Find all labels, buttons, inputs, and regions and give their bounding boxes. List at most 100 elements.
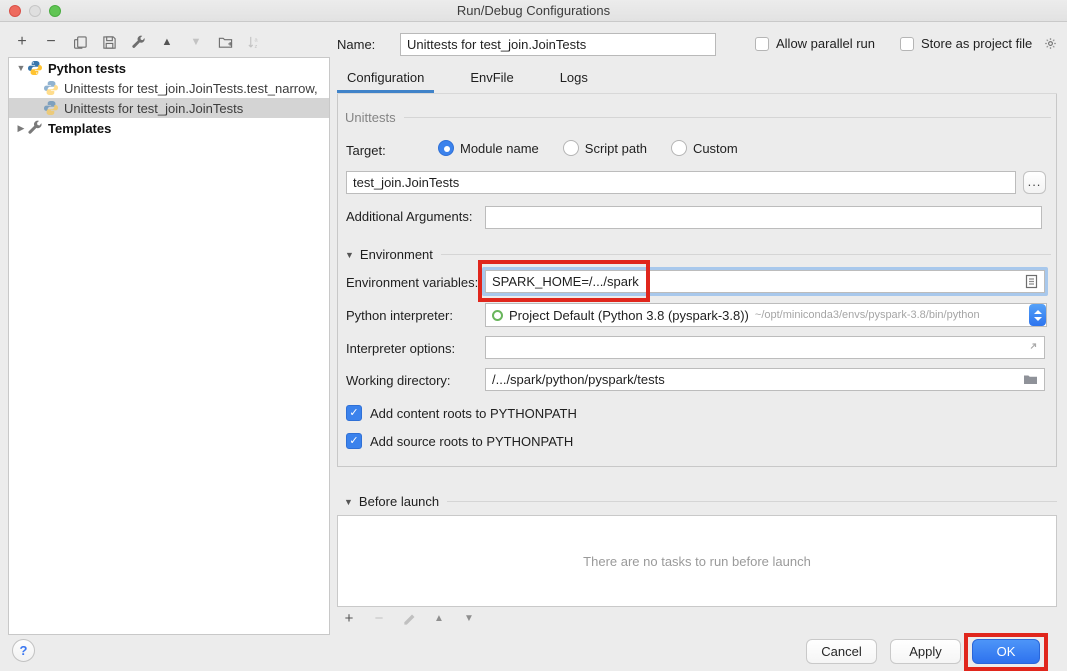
tab-configuration[interactable]: Configuration	[337, 70, 434, 93]
checked-checkbox-icon[interactable]: ✓	[346, 405, 362, 421]
add-content-roots-label: Add content roots to PYTHONPATH	[370, 406, 577, 421]
chevron-up-icon	[1034, 310, 1042, 314]
browse-target-button[interactable]: ...	[1023, 171, 1046, 194]
move-task-down-icon[interactable]: ▼	[461, 611, 477, 627]
python-interpreter-value: Project Default (Python 3.8 (pyspark-3.8…	[509, 308, 749, 323]
divider	[404, 117, 1051, 118]
tab-envfile[interactable]: EnvFile	[460, 70, 523, 93]
help-button[interactable]: ?	[12, 639, 35, 662]
svg-text:z: z	[254, 44, 257, 50]
radio-icon[interactable]	[671, 140, 687, 156]
interpreter-dropdown-button[interactable]	[1029, 304, 1046, 326]
divider	[447, 501, 1057, 502]
tree-item-label: Python tests	[48, 61, 126, 76]
new-folder-icon[interactable]	[217, 34, 233, 50]
working-directory-value: /.../spark/python/pyspark/tests	[492, 372, 665, 387]
chevron-down-icon[interactable]: ▼	[345, 250, 354, 260]
working-directory-label: Working directory:	[346, 373, 451, 388]
environment-section-title: Environment	[360, 247, 433, 262]
add-source-roots-label: Add source roots to PYTHONPATH	[370, 434, 573, 449]
python-test-icon	[43, 100, 59, 116]
add-content-roots-checkbox[interactable]: ✓ Add content roots to PYTHONPATH	[346, 405, 577, 421]
tree-item-label: Templates	[48, 121, 111, 136]
store-as-project-file-checkbox[interactable]: Store as project file	[900, 36, 1058, 51]
add-configuration-icon[interactable]: +	[14, 34, 30, 50]
sort-configurations-icon: az	[246, 34, 262, 50]
ok-button[interactable]: OK	[972, 639, 1040, 664]
radio-label: Custom	[693, 141, 738, 156]
interpreter-options-label: Interpreter options:	[346, 341, 455, 356]
edit-templates-icon[interactable]	[130, 34, 146, 50]
python-interpreter-select[interactable]: Project Default (Python 3.8 (pyspark-3.8…	[485, 303, 1047, 327]
tree-item-unittest-narrow[interactable]: Unittests for test_join.JoinTests.test_n…	[9, 78, 329, 98]
remove-configuration-icon[interactable]: −	[43, 34, 59, 50]
before-launch-toolbar: + − ▲ ▼	[341, 611, 477, 627]
add-source-roots-checkbox[interactable]: ✓ Add source roots to PYTHONPATH	[346, 433, 573, 449]
radio-label: Module name	[460, 141, 539, 156]
checked-checkbox-icon[interactable]: ✓	[346, 433, 362, 449]
move-up-icon[interactable]: ▲	[159, 34, 175, 50]
tree-item-python-tests[interactable]: ▼ Python tests	[9, 58, 329, 78]
apply-button[interactable]: Apply	[890, 639, 961, 664]
environment-variables-label: Environment variables:	[346, 275, 478, 290]
python-test-icon	[43, 80, 59, 96]
tree-item-label: Unittests for test_join.JoinTests.test_n…	[64, 81, 318, 96]
environment-variables-value: SPARK_HOME=/.../spark	[492, 274, 639, 289]
radio-icon[interactable]	[563, 140, 579, 156]
expand-field-icon[interactable]	[1025, 341, 1038, 354]
unittests-group-header: Unittests	[345, 110, 1051, 125]
radio-script-path[interactable]: Script path	[563, 140, 647, 156]
folder-icon[interactable]	[1023, 373, 1038, 386]
gear-icon[interactable]	[1043, 36, 1058, 51]
tree-item-unittest-jointests[interactable]: Unittests for test_join.JoinTests	[9, 98, 329, 118]
tab-logs[interactable]: Logs	[550, 70, 598, 93]
chevron-down-icon[interactable]: ▼	[15, 63, 27, 73]
target-input[interactable]	[346, 171, 1016, 194]
additional-arguments-label: Additional Arguments:	[346, 209, 472, 224]
edit-task-icon	[401, 611, 417, 627]
radio-label: Script path	[585, 141, 647, 156]
chevron-down-icon	[1034, 317, 1042, 321]
tree-item-label: Unittests for test_join.JoinTests	[64, 101, 243, 116]
name-input[interactable]	[400, 33, 716, 56]
copy-configuration-icon[interactable]	[72, 34, 88, 50]
interpreter-options-input[interactable]	[485, 336, 1045, 359]
unittests-group-title: Unittests	[345, 110, 396, 125]
additional-arguments-input[interactable]	[485, 206, 1042, 229]
run-debug-configurations-dialog: Run/Debug Configurations + − ▲ ▼ az ▼ Py…	[0, 0, 1067, 671]
working-directory-input[interactable]: /.../spark/python/pyspark/tests	[485, 368, 1045, 391]
checkbox-icon[interactable]	[900, 37, 914, 51]
allow-parallel-run-checkbox[interactable]: Allow parallel run	[755, 36, 875, 51]
name-label: Name:	[337, 37, 375, 52]
divider	[441, 254, 1051, 255]
cancel-button[interactable]: Cancel	[806, 639, 877, 664]
radio-selected-icon[interactable]	[438, 140, 454, 156]
move-down-icon: ▼	[188, 34, 204, 50]
chevron-down-icon[interactable]: ▼	[344, 497, 353, 507]
before-launch-header[interactable]: ▼ Before launch	[344, 494, 1057, 509]
python-tests-icon	[27, 60, 43, 76]
titlebar: Run/Debug Configurations	[0, 0, 1067, 22]
radio-custom[interactable]: Custom	[671, 140, 738, 156]
target-radio-group: Module name Script path Custom	[438, 140, 752, 156]
before-launch-empty-text: There are no tasks to run before launch	[583, 554, 811, 569]
save-configuration-icon[interactable]	[101, 34, 117, 50]
store-as-project-file-label: Store as project file	[921, 36, 1032, 51]
svg-text:a: a	[254, 37, 258, 43]
tree-item-templates[interactable]: ▶ Templates	[9, 118, 329, 138]
target-label: Target:	[346, 143, 386, 158]
environment-variables-field[interactable]: SPARK_HOME=/.../spark	[482, 267, 1048, 296]
edit-variables-icon[interactable]	[1025, 274, 1038, 289]
before-launch-task-list: There are no tasks to run before launch	[337, 515, 1057, 607]
environment-section-header[interactable]: ▼ Environment	[345, 247, 1051, 262]
move-task-up-icon[interactable]: ▲	[431, 611, 447, 627]
python-interpreter-label: Python interpreter:	[346, 308, 453, 323]
configurations-toolbar: + − ▲ ▼ az	[14, 32, 262, 52]
chevron-right-icon[interactable]: ▶	[15, 123, 27, 134]
window-title: Run/Debug Configurations	[0, 3, 1067, 18]
checkbox-icon[interactable]	[755, 37, 769, 51]
conda-env-icon	[492, 310, 503, 321]
before-launch-title: Before launch	[359, 494, 439, 509]
radio-module-name[interactable]: Module name	[438, 140, 539, 156]
add-task-icon[interactable]: +	[341, 611, 357, 627]
